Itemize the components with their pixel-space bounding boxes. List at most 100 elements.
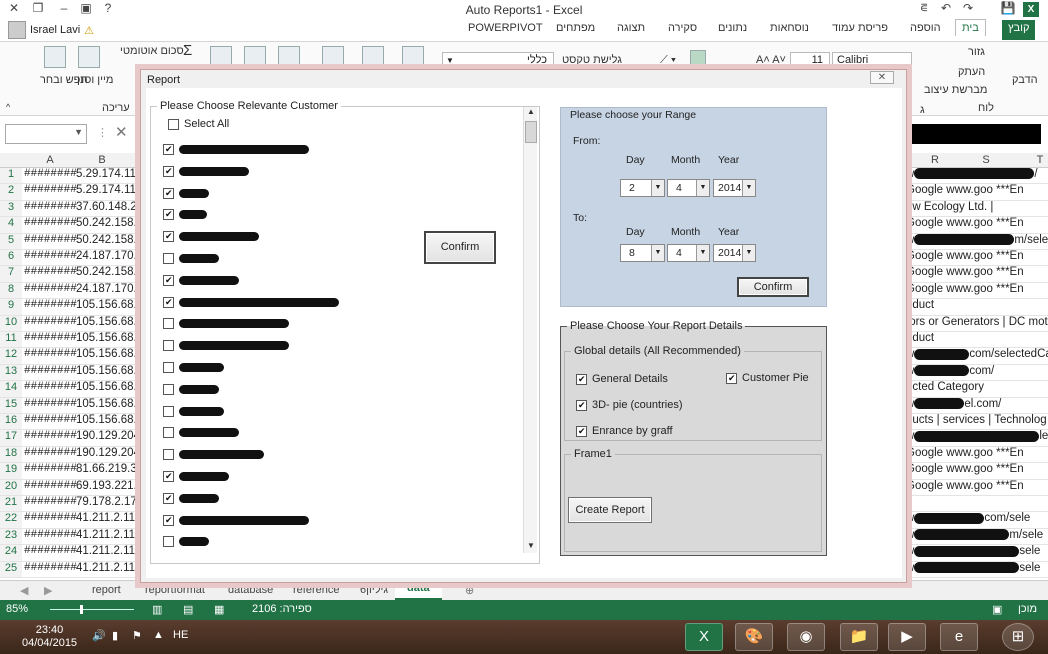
customer-checkbox[interactable]: [163, 274, 239, 286]
row-number[interactable]: 17: [0, 430, 22, 446]
tab-home[interactable]: בית: [955, 19, 986, 36]
customer-checkbox[interactable]: [163, 427, 239, 439]
confirm-customers-button[interactable]: Confirm: [424, 231, 496, 264]
cell-styles-icon[interactable]: [322, 46, 344, 68]
zoom-slider[interactable]: [50, 609, 134, 610]
format-table-icon[interactable]: [362, 46, 384, 68]
scroll-tabs-right-icon[interactable]: ▶: [44, 584, 52, 597]
tab-insert[interactable]: הוספה: [910, 22, 941, 34]
from-year-select[interactable]: 2014 ▼: [713, 179, 756, 197]
customer-checkbox[interactable]: [163, 296, 339, 308]
row-number[interactable]: 14: [0, 381, 22, 397]
row-number[interactable]: 4: [0, 217, 22, 233]
volume-icon[interactable]: 🔊: [92, 629, 106, 642]
column-header-b[interactable]: B: [92, 154, 112, 166]
language-indicator[interactable]: HE: [173, 629, 188, 641]
zoom-level[interactable]: 85%: [6, 603, 28, 615]
collapse-ribbon-icon[interactable]: ^: [6, 102, 10, 112]
customer-checkbox[interactable]: [163, 449, 264, 461]
entrance-graph-checkbox[interactable]: Enrance by graff: [576, 425, 673, 437]
row-number[interactable]: 16: [0, 414, 22, 430]
media-player-taskbar-icon[interactable]: ▶: [888, 623, 926, 651]
column-header-s[interactable]: S: [976, 154, 996, 166]
add-sheet-icon[interactable]: ⊕: [465, 584, 474, 597]
row-number[interactable]: 15: [0, 397, 22, 413]
from-month-select[interactable]: 4 ▼: [667, 179, 710, 197]
row-number[interactable]: 9: [0, 299, 22, 315]
customer-checkbox[interactable]: [163, 471, 229, 482]
column-header-r[interactable]: R: [925, 154, 945, 166]
select-all-checkbox[interactable]: Select All: [168, 118, 229, 130]
customer-checkbox[interactable]: [163, 405, 224, 417]
tab-formulas[interactable]: נוסחאות: [770, 22, 809, 34]
row-number[interactable]: 6: [0, 250, 22, 266]
undo-icon[interactable]: ↶: [938, 1, 954, 15]
normal-view-icon[interactable]: ▦: [214, 603, 224, 616]
scroll-up-icon[interactable]: ▲: [524, 107, 538, 119]
customize-qat-icon[interactable]: ⋷: [916, 1, 932, 15]
font-size-dropdown[interactable]: 11: [790, 52, 830, 70]
sheet-tab-database[interactable]: database: [228, 584, 273, 596]
to-day-select[interactable]: 8 ▼: [620, 244, 665, 262]
customer-checkbox[interactable]: [163, 514, 309, 526]
paint-taskbar-icon[interactable]: 🎨: [735, 623, 773, 651]
tab-file[interactable]: קובץ: [1002, 20, 1036, 40]
customer-checkbox[interactable]: [163, 209, 207, 221]
scrollbar-thumb[interactable]: [525, 121, 537, 143]
start-button-icon[interactable]: ⊞: [1002, 623, 1034, 651]
format-painter-button[interactable]: מברשת עיצוב: [924, 84, 987, 96]
insert-cells-icon[interactable]: [210, 46, 232, 68]
customer-checkbox[interactable]: [163, 253, 219, 264]
page-break-view-icon[interactable]: ▥: [152, 603, 162, 616]
internet-explorer-taskbar-icon[interactable]: e: [940, 623, 978, 651]
flag-icon[interactable]: ⚑: [132, 629, 142, 642]
sheet-tab-report[interactable]: report: [92, 584, 121, 596]
customer-checkbox[interactable]: [163, 187, 209, 199]
format-cells-icon[interactable]: [278, 46, 300, 68]
save-icon[interactable]: 💾: [1000, 1, 1016, 15]
customer-checkbox[interactable]: [163, 340, 289, 352]
customer-checkbox[interactable]: [163, 383, 219, 395]
sheet-tab-data[interactable]: data: [395, 582, 442, 600]
row-number[interactable]: 18: [0, 446, 22, 463]
user-account[interactable]: Israel Lavi ⚠: [8, 21, 94, 39]
row-number[interactable]: 25: [0, 561, 22, 577]
scroll-tabs-left-icon[interactable]: ◀: [20, 584, 28, 597]
customer-checkbox[interactable]: [163, 165, 249, 177]
sheet-tab-reference[interactable]: reference: [293, 584, 339, 596]
row-number[interactable]: 3: [0, 200, 22, 217]
customer-list-scrollbar[interactable]: ▲ ▼: [523, 107, 537, 553]
wrap-text-button[interactable]: גלישת טקסט: [562, 54, 622, 66]
explorer-taskbar-icon[interactable]: 📁: [840, 623, 878, 651]
dialog-close-icon[interactable]: ✕: [870, 71, 894, 84]
tab-data[interactable]: נתונים: [718, 22, 747, 34]
to-month-select[interactable]: 4 ▼: [667, 244, 710, 262]
row-number[interactable]: 11: [0, 332, 22, 348]
sort-filter-button[interactable]: מיין וסנן: [77, 74, 113, 86]
row-number[interactable]: 8: [0, 282, 22, 299]
orientation-icon[interactable]: ⟋ ▾: [660, 54, 676, 67]
tab-developer[interactable]: מפתחים: [556, 22, 595, 34]
font-name-dropdown[interactable]: Calibri: [832, 52, 912, 70]
font-grow-icon[interactable]: A˄ A˅: [756, 54, 786, 66]
confirm-range-button[interactable]: Confirm: [737, 277, 809, 297]
copy-button[interactable]: העתק: [958, 66, 985, 78]
pie-countries-checkbox[interactable]: 3D- pie (countries): [576, 399, 682, 411]
row-number[interactable]: 24: [0, 545, 22, 561]
row-number[interactable]: 5: [0, 233, 22, 249]
zoom-slider-thumb[interactable]: [80, 605, 83, 614]
customer-checkbox[interactable]: [163, 492, 219, 504]
formula-input[interactable]: [905, 124, 1041, 144]
customer-checkbox[interactable]: [163, 318, 289, 330]
macro-record-icon[interactable]: ▣: [992, 603, 1002, 616]
number-format-dropdown[interactable]: כללי ▼: [442, 52, 554, 70]
autosum-button[interactable]: סכום אוטומטי: [120, 45, 184, 57]
tab-powerpivot[interactable]: POWERPIVOT: [468, 22, 543, 34]
cut-button[interactable]: גזור: [968, 46, 985, 58]
tray-expand-icon[interactable]: ▲: [153, 629, 164, 641]
cancel-entry-icon[interactable]: ✕: [115, 123, 128, 141]
sheet-tab-sheet6[interactable]: גיליון6: [360, 584, 388, 596]
row-number[interactable]: 20: [0, 479, 22, 495]
row-number[interactable]: 13: [0, 364, 22, 381]
row-number[interactable]: 2: [0, 184, 22, 200]
